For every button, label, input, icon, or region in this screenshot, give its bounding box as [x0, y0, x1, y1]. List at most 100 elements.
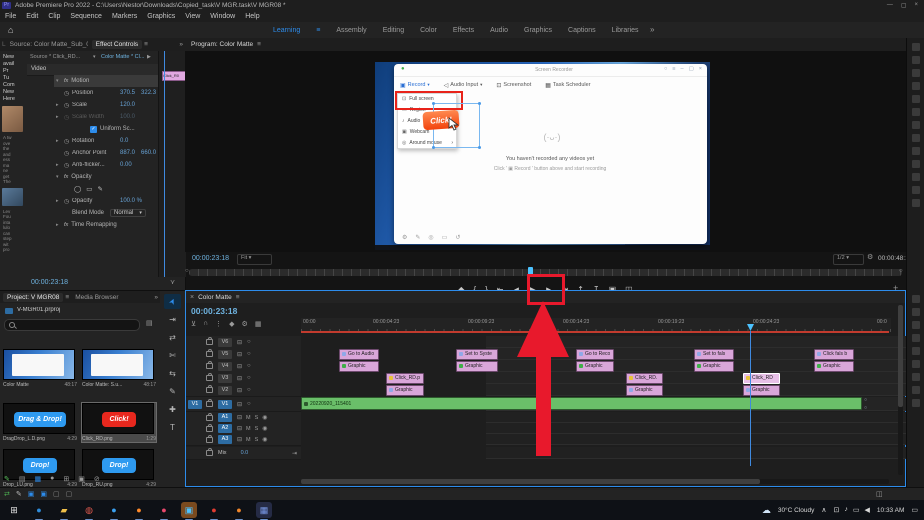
- track-lock-icon[interactable]: [206, 448, 213, 456]
- edit-icon[interactable]: ✎: [415, 234, 420, 241]
- timeline-hscrollbar[interactable]: [301, 479, 889, 484]
- menu-icon[interactable]: ≡: [672, 66, 675, 72]
- clip-graphic[interactable]: Graphic: [339, 360, 379, 372]
- taskbar-app-icon[interactable]: ●: [156, 502, 172, 520]
- zoom-level-select[interactable]: Fit ▾: [237, 254, 272, 265]
- sync-lock-icon[interactable]: ⊟: [237, 363, 242, 370]
- dock-panel-icon[interactable]: [912, 373, 920, 381]
- project-item-dragdrop-l-d-png[interactable]: Drag & Drop! DragDrop_L.D.png 4:29: [3, 403, 77, 442]
- timeline-timecode[interactable]: 00:00:23:18: [191, 306, 237, 316]
- delete-icon[interactable]: ⊘: [94, 475, 100, 483]
- param-value[interactable]: 120.0: [120, 102, 135, 108]
- panel-menu-icon[interactable]: ≡: [236, 294, 240, 301]
- mute-button[interactable]: M: [246, 415, 251, 421]
- minimize-button[interactable]: —: [887, 2, 893, 9]
- ellipse-mask-icon[interactable]: ◯: [74, 185, 81, 193]
- weather-icon[interactable]: ☁: [762, 505, 771, 516]
- track-lock-icon[interactable]: [206, 434, 213, 443]
- dock-panel-icon[interactable]: [912, 134, 920, 142]
- clip-graphic[interactable]: Graphic: [743, 384, 780, 396]
- dock-panel-icon[interactable]: [912, 386, 920, 394]
- tab-effect-controls[interactable]: Effect Controls: [91, 40, 143, 49]
- effect-name[interactable]: Time Remapping: [71, 222, 116, 228]
- param-value[interactable]: 660.0: [141, 150, 156, 156]
- program-timecode[interactable]: 00:00:23:18: [192, 255, 229, 262]
- track-output-toggle[interactable]: ○: [247, 387, 251, 393]
- dock-panel-icon[interactable]: [912, 56, 920, 64]
- captions-icon[interactable]: ▦: [255, 320, 262, 328]
- dock-panel-icon[interactable]: [912, 121, 920, 129]
- stopwatch-icon[interactable]: ◷: [64, 150, 72, 157]
- sync-lock-icon[interactable]: ⊟: [237, 414, 242, 421]
- track-lock-icon[interactable]: [206, 349, 213, 357]
- checkbox[interactable]: ✓: [90, 125, 97, 133]
- dock-panel-icon[interactable]: [912, 147, 920, 155]
- clip-go-to-reco[interactable]: Go to Reco: [576, 348, 614, 360]
- menu-file[interactable]: File: [5, 13, 16, 20]
- dock-panel-icon[interactable]: [912, 95, 920, 103]
- workspace-tab-captions[interactable]: Captions: [568, 27, 596, 34]
- panel-overflow-icon[interactable]: »: [179, 41, 183, 48]
- hand-tool[interactable]: ✚: [164, 402, 181, 417]
- dock-panel-icon[interactable]: [912, 321, 920, 329]
- dock-panel-icon[interactable]: [912, 186, 920, 194]
- track-output-toggle[interactable]: ○: [247, 351, 251, 357]
- workspace-menu-icon[interactable]: ≡: [316, 27, 320, 34]
- taskbar-app-icon[interactable]: ●: [131, 502, 147, 520]
- taskbar-app-icon[interactable]: ▣: [181, 502, 197, 520]
- effect-name[interactable]: Motion: [71, 78, 89, 84]
- clip-graphic[interactable]: Graphic: [576, 360, 614, 372]
- project-search-input[interactable]: [4, 319, 140, 331]
- clip-go-to-audio[interactable]: Go to Audio: [339, 348, 379, 360]
- playback-resolution-select[interactable]: 1/2 ▾: [833, 254, 864, 265]
- menu-window[interactable]: Window: [210, 13, 235, 20]
- track-name-badge[interactable]: A2: [218, 424, 232, 433]
- edit-icon[interactable]: ✎: [4, 475, 10, 483]
- twirl-icon[interactable]: ▸: [56, 102, 64, 108]
- mix-value[interactable]: 0.0: [241, 450, 249, 456]
- clip-set-to-fals[interactable]: Set to fals: [694, 348, 734, 360]
- sync-lock-icon[interactable]: ⊟: [237, 375, 242, 382]
- tab-source-monitor[interactable]: Source: Color Matte_Sub_02: [10, 41, 88, 48]
- marker-menu-icon[interactable]: ⋮: [215, 320, 222, 328]
- track-lock-icon[interactable]: [206, 385, 213, 393]
- panel-menu-icon[interactable]: ≡: [65, 294, 69, 301]
- status-icon[interactable]: ▢: [53, 490, 60, 498]
- status-icon[interactable]: ▣: [28, 490, 35, 498]
- track-select-tool[interactable]: ⇥: [164, 312, 181, 327]
- sync-lock-icon[interactable]: ⊟: [237, 387, 242, 394]
- taskbar-premiere-icon[interactable]: ▦: [256, 502, 272, 520]
- status-icon[interactable]: ✎: [16, 490, 22, 498]
- filter-icon[interactable]: ⋎: [170, 278, 175, 286]
- clip-graphic[interactable]: Graphic: [626, 384, 663, 396]
- sync-lock-icon[interactable]: ⊟: [237, 339, 242, 346]
- workspace-tab-assembly[interactable]: Assembly: [336, 27, 366, 34]
- track-lane-v2[interactable]: [486, 384, 924, 396]
- track-lane-a3[interactable]: [486, 434, 924, 445]
- linked-selection-icon[interactable]: ∩: [203, 320, 208, 328]
- menu-edit[interactable]: Edit: [26, 13, 38, 20]
- tab-stub[interactable]: L: [2, 41, 6, 48]
- clip-graphic[interactable]: Graphic: [694, 360, 734, 372]
- dock-panel-icon[interactable]: [912, 173, 920, 181]
- icon-view-icon[interactable]: ▦: [35, 475, 42, 483]
- selection-tool[interactable]: ➤: [164, 294, 181, 309]
- track-lane-mix[interactable]: [486, 447, 924, 459]
- dock-panel-icon[interactable]: [912, 334, 920, 342]
- track-name-badge[interactable]: V1: [218, 399, 232, 409]
- track-name-badge[interactable]: A3: [218, 435, 232, 444]
- new-bin-icon[interactable]: ▣: [78, 475, 85, 483]
- panel-menu-icon[interactable]: ≡: [257, 41, 261, 48]
- panel-overflow-icon[interactable]: »: [154, 294, 158, 301]
- list-view-icon[interactable]: ▤: [19, 475, 26, 483]
- sync-lock-icon[interactable]: ⊟: [237, 351, 242, 358]
- pen-mask-icon[interactable]: ✎: [97, 185, 102, 193]
- volume-icon[interactable]: ◀: [865, 506, 870, 514]
- zoom-slider[interactable]: ●: [50, 475, 54, 483]
- automate-icon[interactable]: ⊞: [63, 475, 69, 483]
- track-name-badge[interactable]: V6: [218, 337, 232, 347]
- ec-source-select[interactable]: Source * Click_RD...: [30, 54, 80, 60]
- twirl-icon[interactable]: ▸: [56, 198, 64, 204]
- project-root-item[interactable]: V-MGR01.prproj: [17, 307, 60, 313]
- param-value[interactable]: 322.3: [141, 90, 156, 96]
